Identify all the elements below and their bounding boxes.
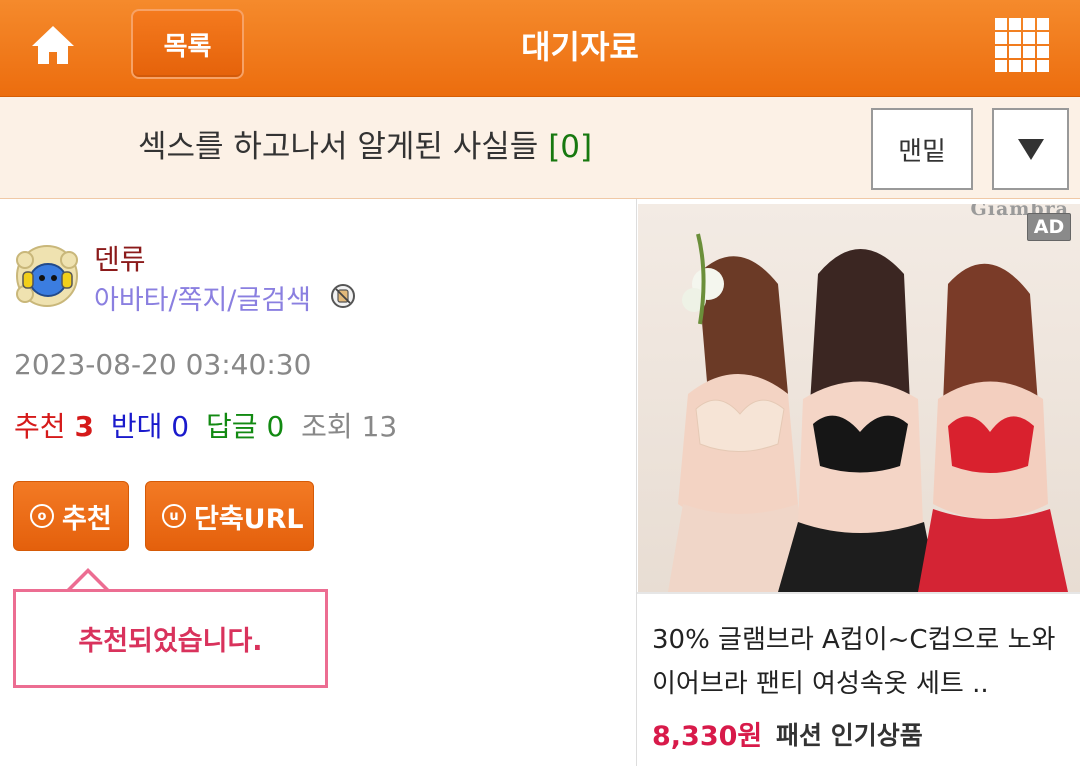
recommend-button-label: 추천 (62, 503, 112, 535)
blocked-icon (330, 283, 356, 309)
post-stats: 추천 3 반대 0 답글 0 조회 13 (14, 405, 397, 445)
ad-price: 8,330원 (652, 721, 763, 752)
ad-divider (637, 592, 1080, 594)
comment-count: [0] (548, 129, 593, 165)
grid-menu-icon[interactable] (995, 18, 1049, 72)
recommend-stat: 추천 3 (14, 410, 94, 443)
recommend-badge-icon: o (30, 504, 54, 528)
recommend-tooltip: 추천되었습니다. (13, 589, 328, 688)
reply-stat: 답글 0 (206, 410, 285, 443)
post-subject: 섹스를 하고나서 알게된 사실들 [0] (138, 125, 592, 169)
views-stat: 조회 13 (301, 410, 398, 443)
avatar[interactable] (15, 238, 79, 308)
post-subject-text: 섹스를 하고나서 알게된 사실들 (138, 129, 539, 165)
ad-description[interactable]: 30% 글램브라 A컵이~C컵으로 노와이어브라 팬티 여성속옷 세트 .. (652, 618, 1072, 706)
author-links[interactable]: 아바타/쪽지/글검색 (94, 278, 311, 317)
recommend-button[interactable]: o 추천 (13, 481, 129, 551)
short-url-button[interactable]: u 단축URL (145, 481, 314, 551)
oppose-stat: 반대 0 (110, 410, 190, 443)
home-icon[interactable] (28, 20, 78, 70)
ad-category: 패션 인기상품 (776, 721, 923, 750)
post-datetime: 2023-08-20 03:40:30 (14, 348, 312, 381)
page-title: 대기자료 (521, 28, 639, 66)
url-badge-icon: u (162, 504, 186, 528)
ad-product-image[interactable]: Giambra (638, 204, 1080, 592)
short-url-button-label: 단축URL (194, 503, 304, 535)
triangle-down-icon (1017, 139, 1044, 160)
dropdown-button[interactable] (992, 108, 1069, 190)
scroll-bottom-button[interactable]: 맨밑 (871, 108, 973, 190)
list-button[interactable]: 목록 (131, 9, 244, 79)
top-navigation-bar: 목록 대기자료 (0, 0, 1080, 97)
author-name[interactable]: 덴류 (94, 238, 146, 278)
ad-badge: AD (1027, 213, 1071, 241)
